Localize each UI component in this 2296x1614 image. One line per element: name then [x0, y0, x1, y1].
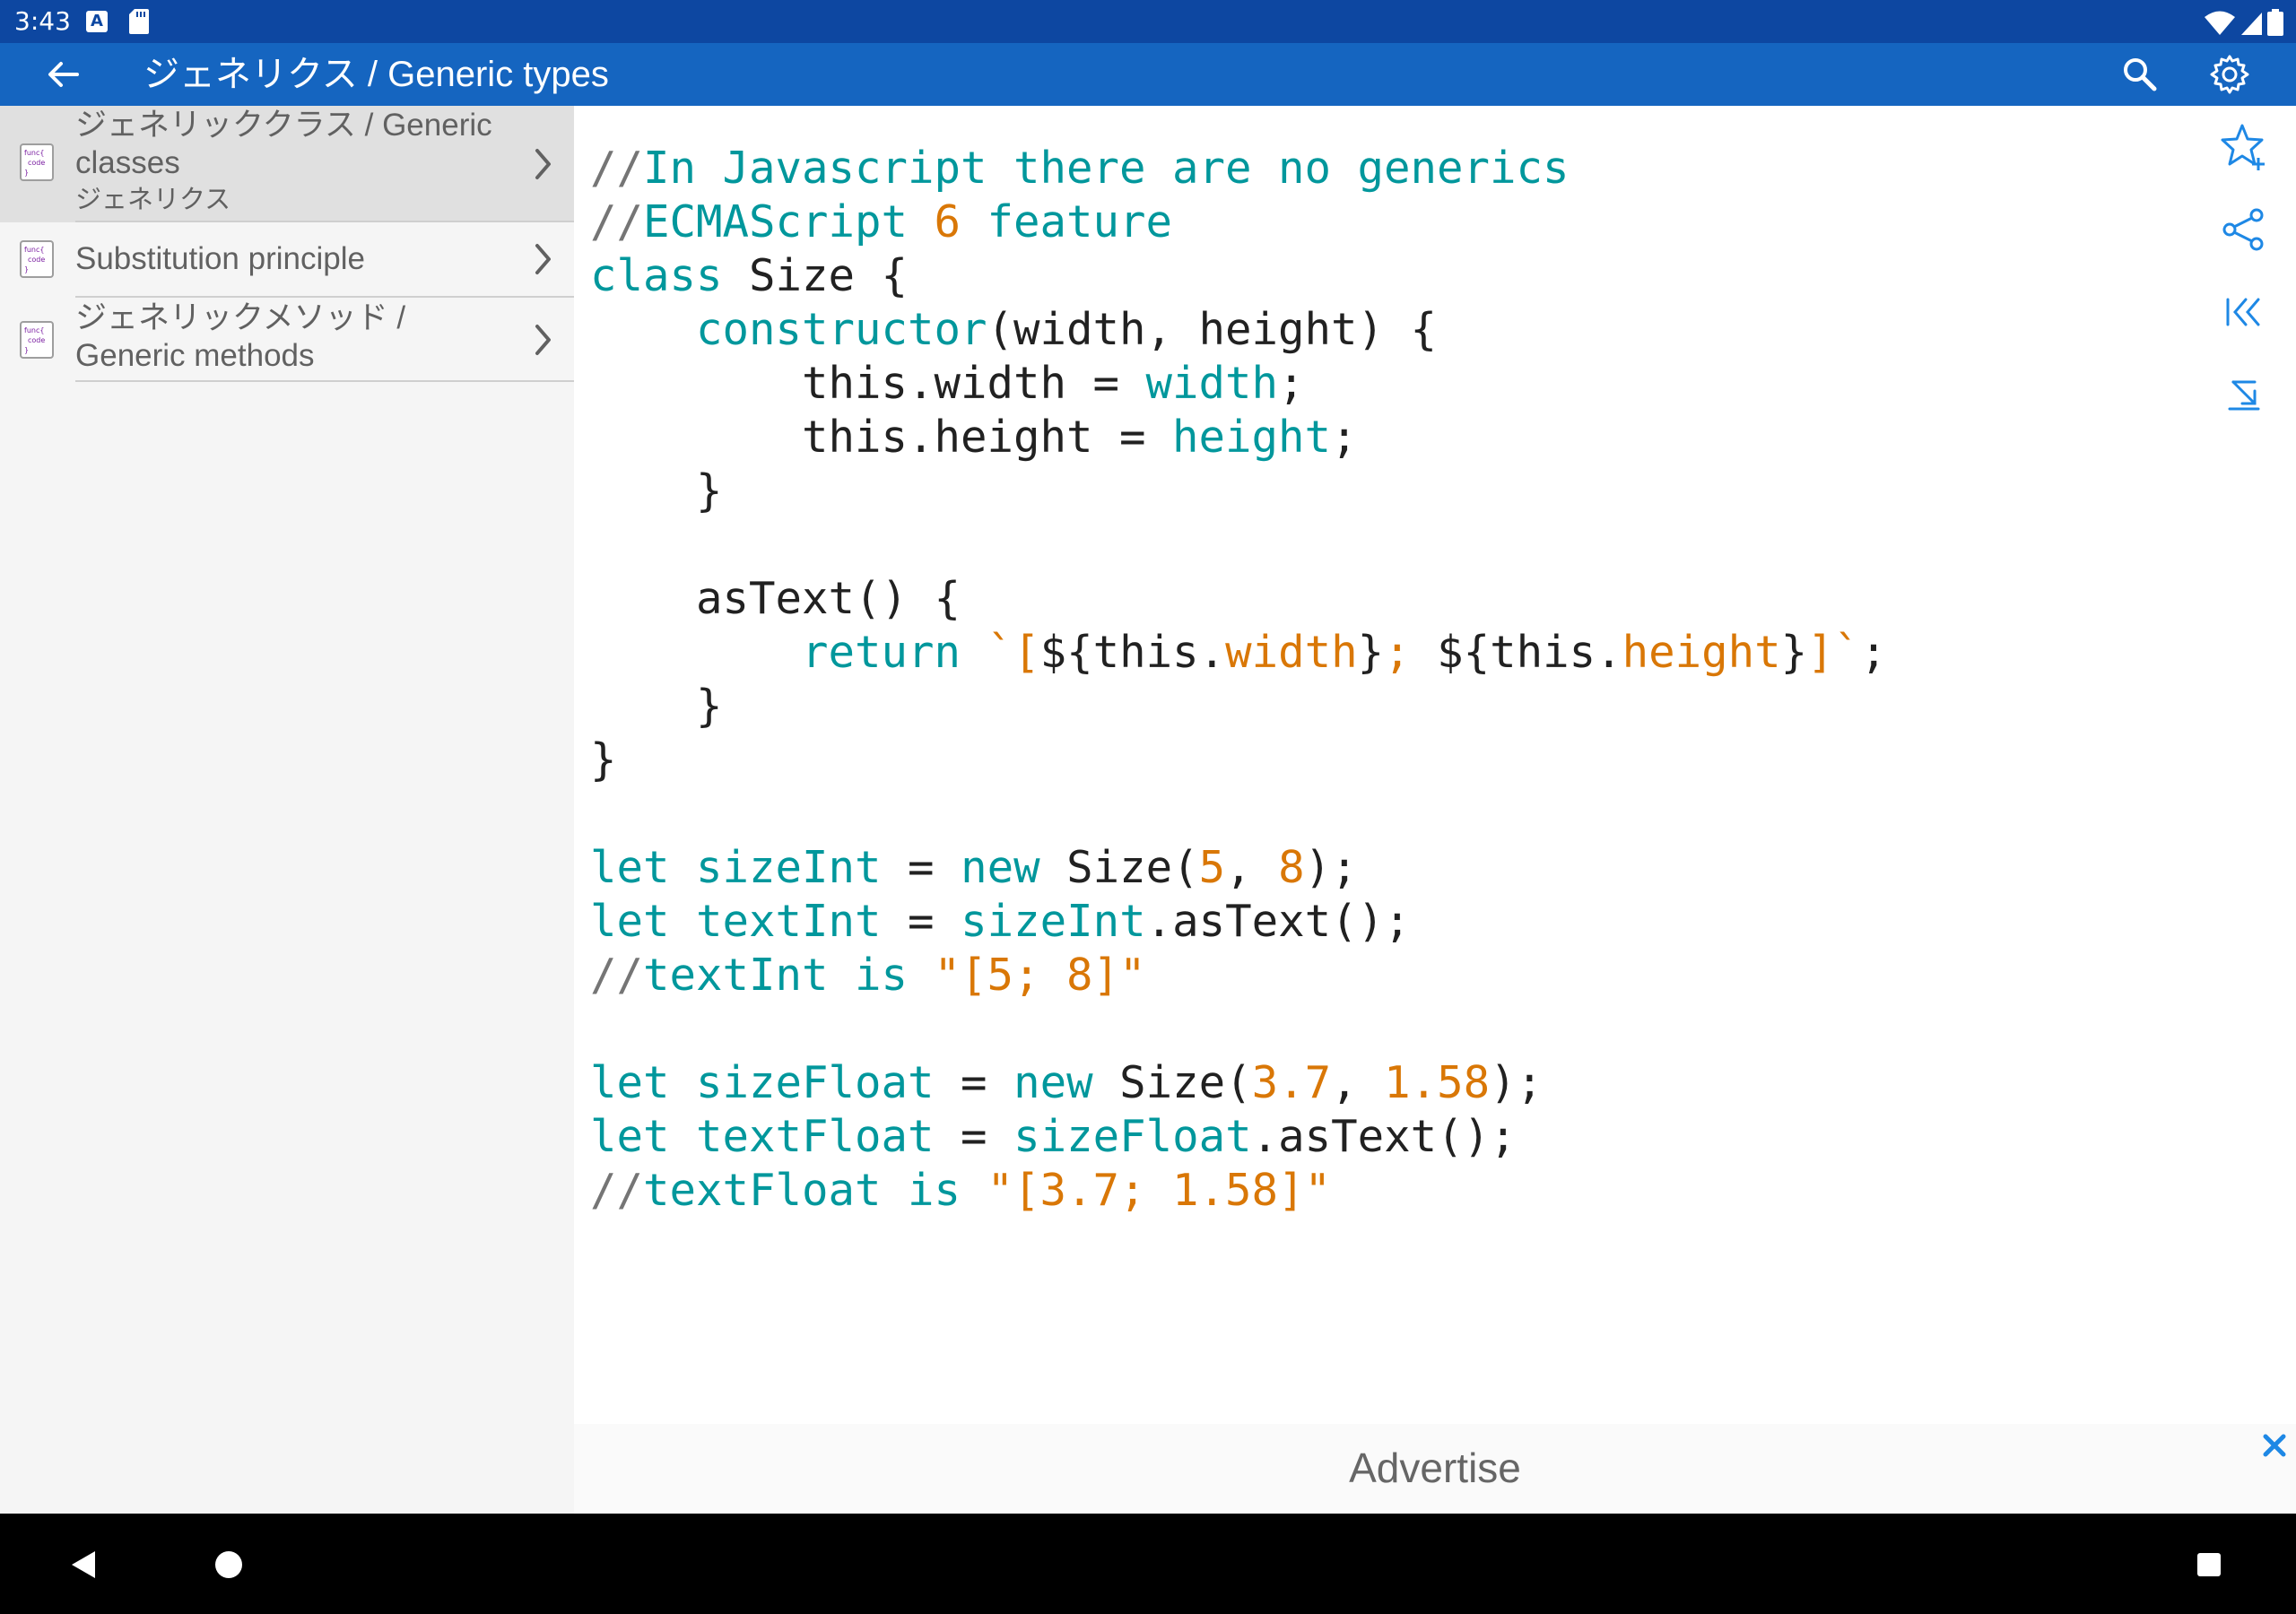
sd-card-icon — [129, 9, 149, 34]
chevron-right-icon — [535, 244, 551, 274]
svg-text:}: } — [24, 346, 29, 354]
code-file-icon: func{ code } — [20, 240, 54, 278]
sidebar-item-text: Substitution principle — [75, 240, 515, 278]
svg-text:code: code — [28, 256, 45, 264]
sidebar-item-text: ジェネリッククラス / Generic classes ジェネリクス — [75, 107, 515, 218]
nav-back-icon[interactable] — [68, 1549, 99, 1580]
sidebar-item-title: ジェネリックメソッド / Generic methods — [75, 300, 406, 373]
nav-home-icon[interactable] — [214, 1550, 243, 1579]
app-bar: ジェネリクス / Generic types — [0, 43, 2296, 106]
chevron-right-icon — [535, 325, 551, 355]
sidebar-item-title: ジェネリッククラス / Generic classes — [75, 108, 492, 180]
ad-banner[interactable]: Advertise — [574, 1424, 2296, 1514]
divider — [75, 380, 574, 382]
first-page-icon[interactable] — [2219, 287, 2269, 337]
last-page-icon[interactable] — [2219, 369, 2269, 420]
sidebar-item-generic-classes[interactable]: func{ code } ジェネリッククラス / Generic classes… — [0, 106, 574, 222]
svg-text:func{: func{ — [24, 149, 44, 157]
chevron-right-icon — [535, 149, 551, 179]
ad-label: Advertise — [1349, 1445, 1521, 1491]
svg-text:code: code — [28, 159, 45, 167]
close-icon[interactable] — [2260, 1431, 2289, 1460]
svg-text:func{: func{ — [24, 246, 44, 254]
code-view: //In Javascript there are no generics //… — [590, 143, 1887, 1216]
svg-text:code: code — [28, 336, 45, 344]
search-icon[interactable] — [2120, 55, 2160, 94]
status-bar: 3:43 A — [0, 0, 2296, 43]
code-file-icon: func{ code } — [20, 143, 54, 181]
cell-signal-icon — [2240, 13, 2262, 35]
svg-text:func{: func{ — [24, 326, 44, 334]
sidebar-item-generic-methods[interactable]: func{ code } ジェネリックメソッド / Generic method… — [0, 298, 574, 382]
sidebar-item-subtitle: ジェネリクス — [75, 186, 231, 214]
svg-text:}: } — [24, 265, 29, 273]
gear-icon[interactable] — [2208, 53, 2251, 96]
page-title: ジェネリクス / Generic types — [144, 55, 609, 94]
sidebar: func{ code } ジェネリッククラス / Generic classes… — [0, 106, 574, 1514]
status-time: 3:43 — [14, 6, 71, 36]
sidebar-item-title: Substitution principle — [75, 241, 365, 276]
share-icon[interactable] — [2219, 204, 2269, 255]
sidebar-item-text: ジェネリックメソッド / Generic methods — [75, 299, 515, 375]
sidebar-item-substitution-principle[interactable]: func{ code } Substitution principle — [0, 222, 574, 298]
keyboard-a-icon: A — [86, 11, 108, 32]
favorite-add-icon[interactable] — [2219, 122, 2269, 172]
wifi-icon — [2204, 11, 2235, 35]
battery-icon — [2267, 9, 2283, 36]
system-nav-bar — [0, 1514, 2296, 1614]
nav-recents-icon[interactable] — [2196, 1552, 2222, 1577]
back-arrow-icon[interactable] — [45, 56, 81, 92]
code-file-icon: func{ code } — [20, 321, 54, 359]
svg-text:}: } — [24, 169, 29, 177]
status-icons — [2204, 9, 2283, 39]
